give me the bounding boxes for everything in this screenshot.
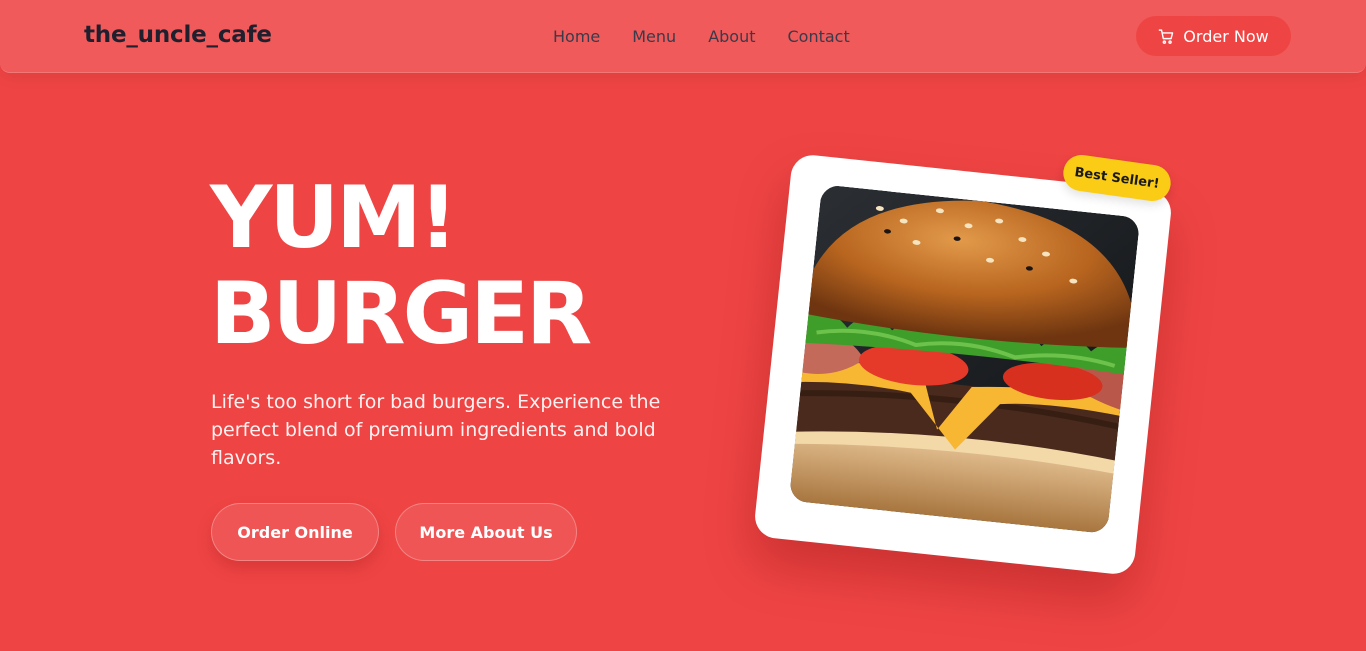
burger-photo-card — [752, 153, 1174, 576]
order-now-button[interactable]: Order Now — [1136, 16, 1291, 56]
order-now-label: Order Now — [1183, 26, 1269, 46]
more-about-us-button[interactable]: More About Us — [395, 503, 577, 561]
hero-subtitle: Life's too short for bad burgers. Experi… — [211, 391, 661, 469]
brand-logo[interactable]: the_uncle_cafe — [84, 22, 272, 48]
hero-title-line-1: YUM! — [210, 168, 458, 268]
cart-icon — [1158, 28, 1175, 45]
main-nav: Home Menu About Contact — [553, 27, 850, 46]
nav-link-menu[interactable]: Menu — [632, 27, 676, 46]
nav-link-home[interactable]: Home — [553, 27, 600, 46]
nav-link-about[interactable]: About — [708, 27, 755, 46]
hero-title: YUM! BURGER — [210, 168, 592, 364]
nav-link-contact[interactable]: Contact — [788, 27, 850, 46]
burger-image — [788, 184, 1141, 534]
hero-title-line-2: BURGER — [210, 264, 592, 364]
order-online-button[interactable]: Order Online — [211, 503, 379, 561]
navbar: the_uncle_cafe Home Menu About Contact O… — [0, 0, 1366, 73]
